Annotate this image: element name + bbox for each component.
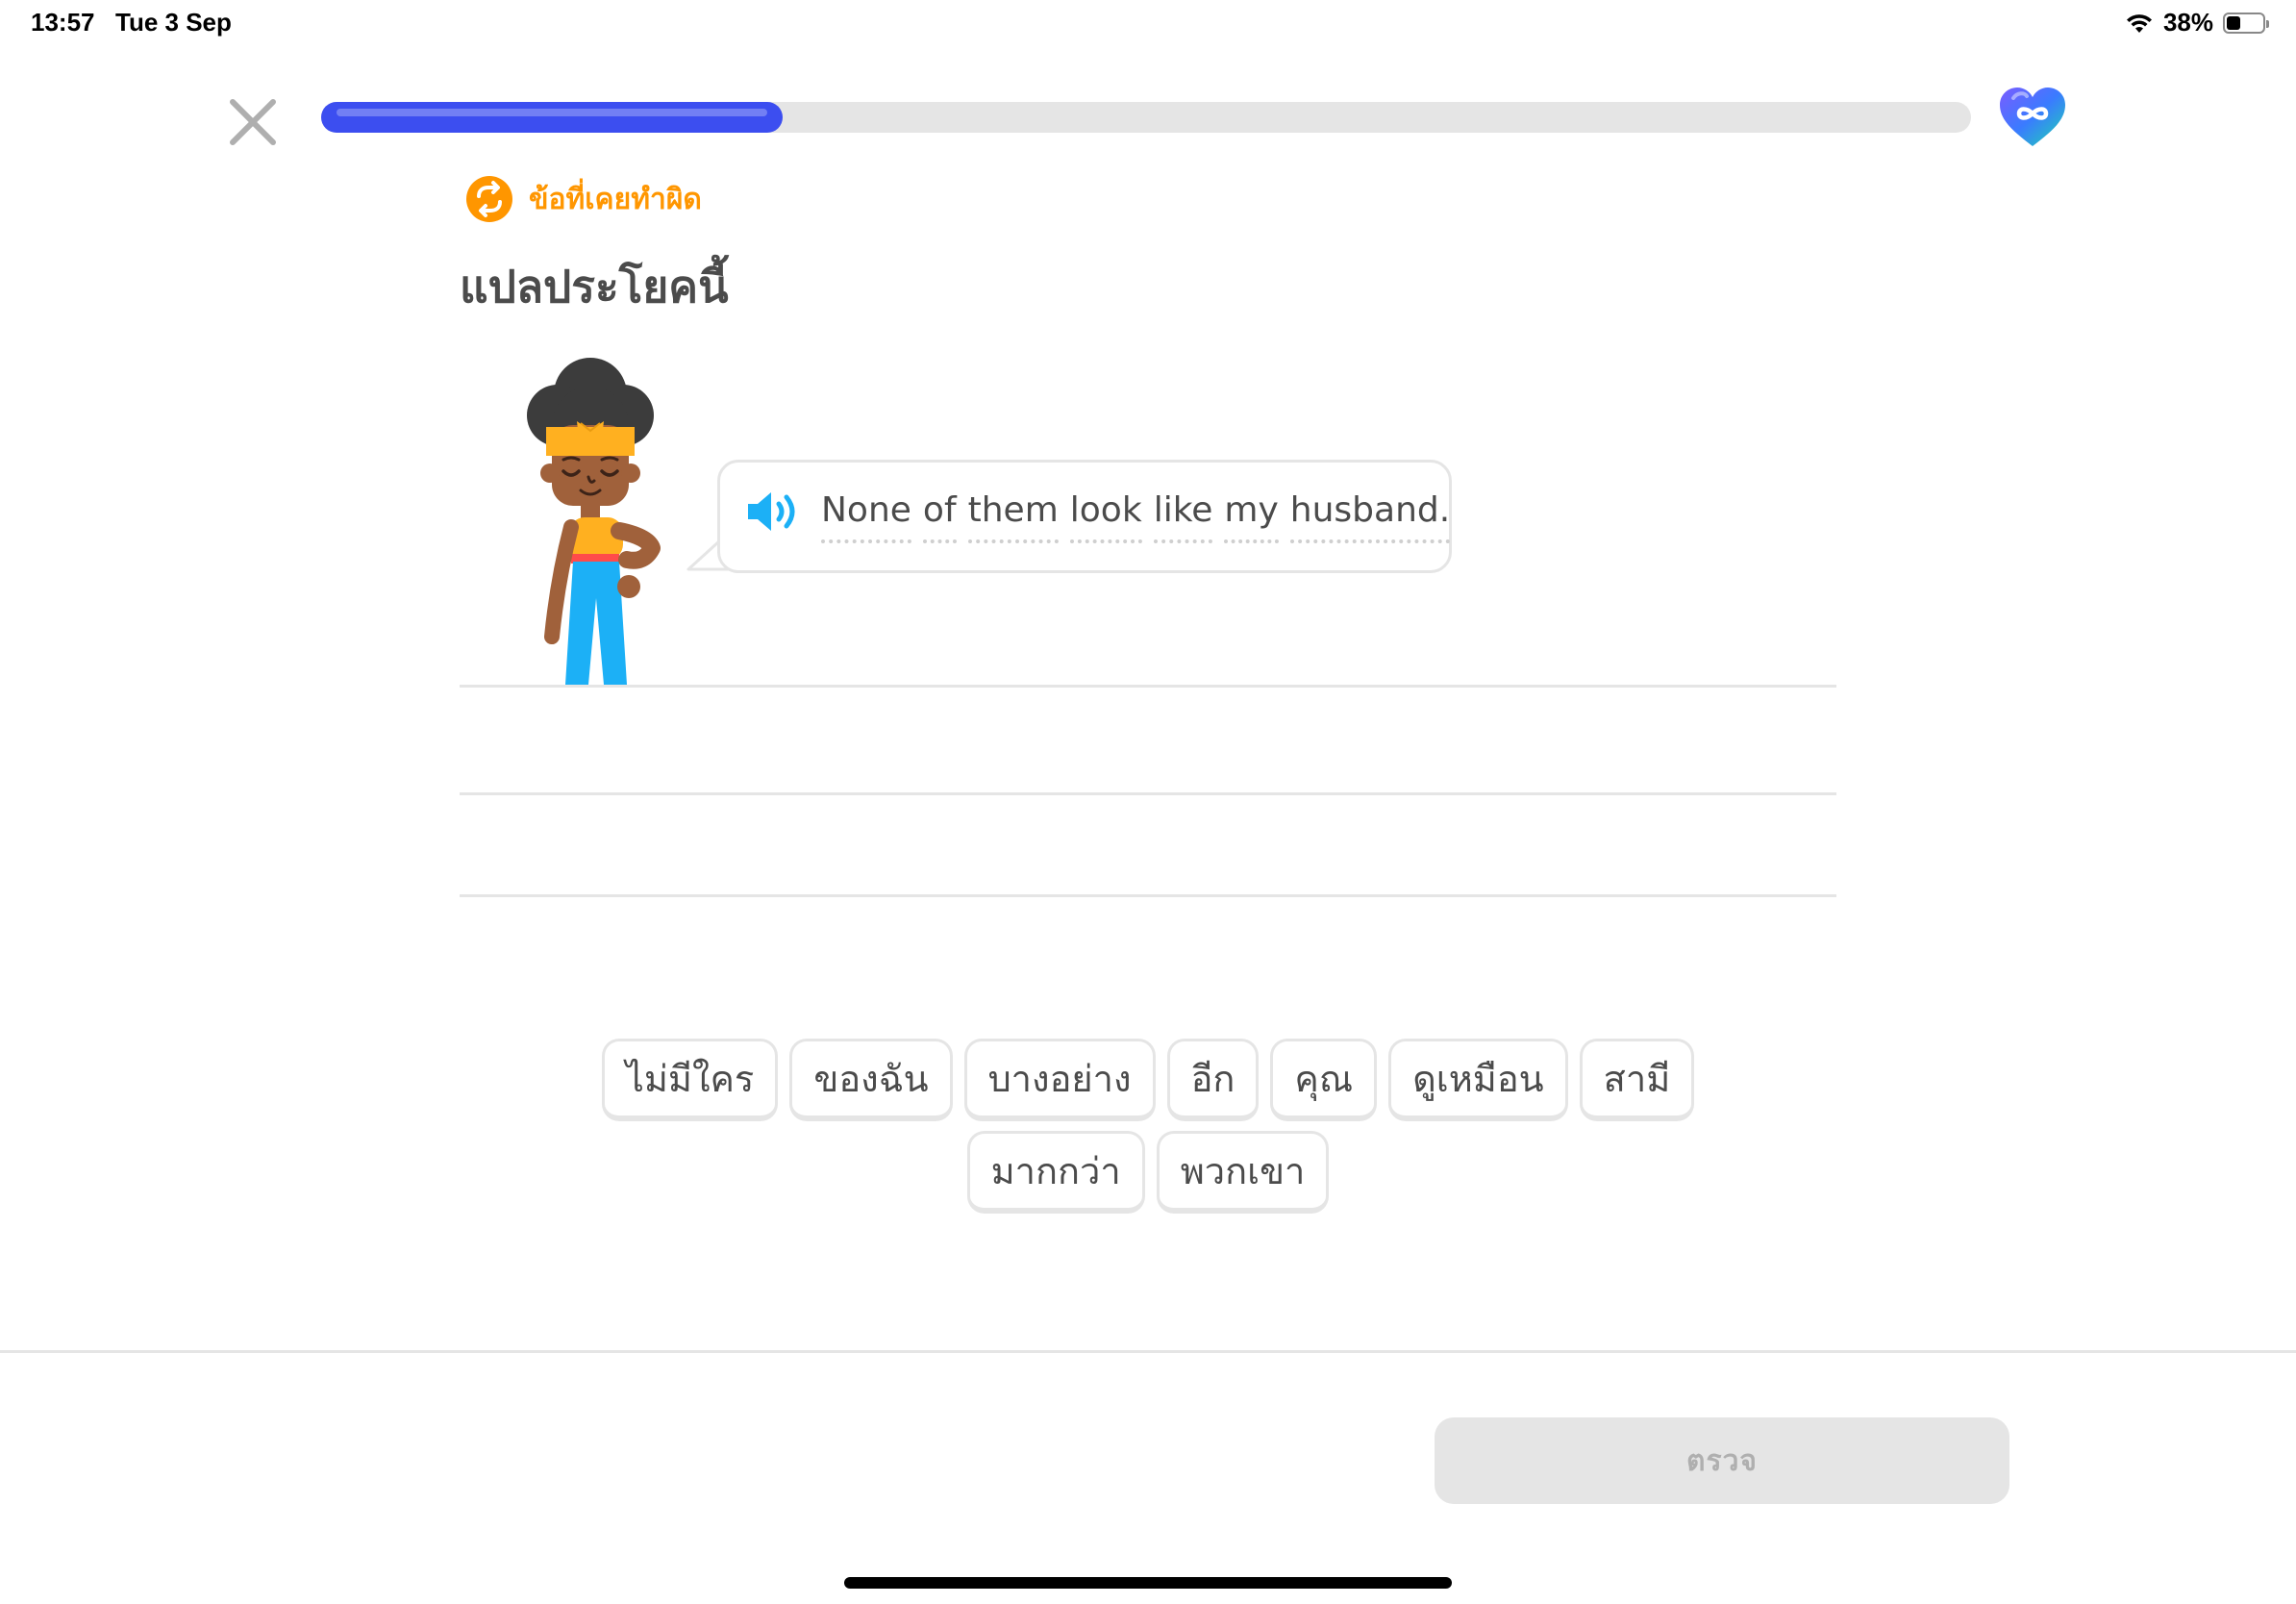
character-illustration	[527, 358, 661, 685]
battery-icon	[2223, 12, 2269, 34]
review-label: ข้อที่เคยทำผิด	[529, 182, 702, 216]
check-button[interactable]: ตรวจ	[1435, 1417, 2009, 1504]
word-bank: ไม่มีใคร ของฉัน บางอย่าง อีก คุณ ดูเหมือน สามี…	[508, 1039, 1788, 1214]
wifi-icon	[2126, 13, 2152, 33]
home-indicator[interactable]	[844, 1577, 1452, 1589]
lesson-progress-bar	[321, 102, 1971, 133]
word-tile[interactable]: อีก	[1166, 1039, 1260, 1121]
word-tile[interactable]: คุณ	[1270, 1039, 1378, 1121]
close-icon[interactable]	[223, 92, 283, 152]
sentence-word[interactable]: husband.	[1289, 490, 1451, 543]
status-right: 38%	[2125, 8, 2269, 38]
progress-shine	[337, 109, 768, 116]
word-tile[interactable]: ของฉัน	[789, 1039, 953, 1121]
sentence: None of them look like my husband.	[821, 490, 1451, 543]
review-mistake-tag: ข้อที่เคยทำผิด	[465, 175, 702, 223]
word-tile[interactable]: สามี	[1579, 1039, 1695, 1121]
word-tile[interactable]: บางอย่าง	[963, 1039, 1156, 1121]
answer-line-1	[460, 685, 1836, 688]
battery-percent: 38%	[2162, 8, 2213, 37]
status-time: 13:57	[31, 8, 95, 37]
speaker-icon[interactable]	[746, 489, 802, 535]
page-title: แปลประโยคนี้	[460, 261, 729, 313]
sentence-word[interactable]: look	[1069, 490, 1142, 543]
repeat-icon	[466, 176, 512, 222]
word-tile[interactable]: พวกเขา	[1156, 1131, 1330, 1214]
sentence-word[interactable]: my	[1224, 490, 1279, 543]
sentence-word[interactable]: them	[967, 490, 1059, 543]
word-tile[interactable]: ดูเหมือน	[1388, 1039, 1568, 1121]
progress-fill	[321, 102, 784, 133]
footer-divider	[0, 1350, 2296, 1353]
word-tile[interactable]: มากกว่า	[966, 1131, 1145, 1214]
word-tile[interactable]: ไม่มีใคร	[601, 1039, 779, 1121]
answer-line-2	[460, 792, 1836, 795]
sentence-word[interactable]: None	[821, 490, 911, 543]
infinity-heart-icon[interactable]	[1996, 85, 2069, 150]
answer-line-3	[460, 894, 1836, 897]
sentence-word[interactable]: like	[1153, 490, 1213, 543]
status-date: Tue 3 Sep	[115, 8, 232, 37]
sentence-word[interactable]: of	[922, 490, 957, 543]
